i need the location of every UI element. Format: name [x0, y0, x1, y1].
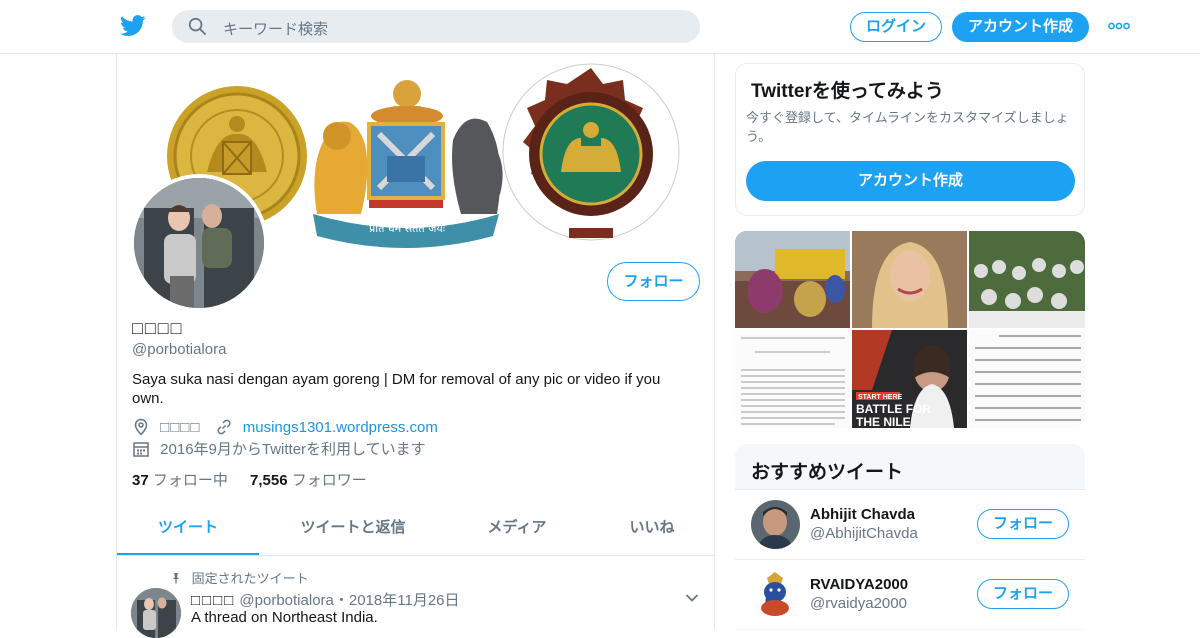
follow-button[interactable]: フォロー	[607, 262, 700, 301]
tweet-author-handle: @porbotialora	[239, 592, 334, 609]
followers-count: 7,556	[250, 472, 288, 489]
promo-description: 今すぐ登録して、タイムラインをカスタマイズしましょう。	[746, 110, 1069, 144]
profile-location: □□□□	[160, 418, 201, 436]
video-title-line-2: THE NILE	[856, 415, 911, 428]
login-button[interactable]: ログイン	[850, 12, 942, 42]
profile-column: प्रति धर्मे सततं जयः フォロー □□□□ @porbotia…	[116, 54, 715, 638]
suggested-user-name[interactable]: Abhijit Chavda	[810, 506, 915, 523]
tweet-avatar-illustration	[131, 588, 181, 638]
tweet-author-name[interactable]: □□□□	[191, 592, 235, 609]
suggested-user-avatar-image	[751, 570, 800, 619]
media-thumb-5[interactable]: START HERE BATTLE FOR THE NILE	[852, 330, 967, 428]
media-thumb-4[interactable]	[735, 330, 850, 428]
tweet-text: A thread on Northeast India.	[191, 609, 378, 626]
promo-signup-button[interactable]: アカウント作成	[746, 161, 1075, 201]
pinned-tweet[interactable]: 固定されたツイート □□□□ @porbotialora・2018年11月26日…	[117, 556, 714, 638]
search-input[interactable]: キーワード検索	[223, 18, 328, 39]
video-tag-text: START HERE	[858, 394, 903, 401]
avatar-illustration	[134, 178, 264, 308]
signup-button[interactable]: アカウント作成	[952, 12, 1089, 42]
suggested-user-avatar[interactable]	[751, 570, 800, 619]
tab-tweets-and-replies[interactable]: ツイートと返信	[272, 504, 434, 555]
following-count: 37	[132, 472, 149, 489]
media-thumb-6-image	[969, 330, 1085, 428]
media-thumb-5-image: START HERE BATTLE FOR THE NILE	[852, 330, 967, 428]
profile-handle: @porbotialora	[132, 341, 227, 358]
tweet-author-avatar[interactable]	[131, 588, 181, 638]
tweet-date[interactable]: ・2018年11月26日	[334, 592, 460, 609]
media-thumb-2-image	[852, 231, 967, 328]
twitter-bird-icon[interactable]	[120, 14, 146, 38]
suggested-user-follow-button[interactable]: フォロー	[977, 509, 1069, 539]
green-seal-emblem	[502, 63, 680, 241]
search-icon	[188, 17, 206, 35]
pin-icon	[173, 572, 179, 583]
following-label: フォロー中	[152, 472, 228, 489]
search-box[interactable]: キーワード検索	[172, 10, 700, 43]
suggested-user-handle: @AbhijitChavda	[810, 525, 918, 542]
media-thumb-2[interactable]	[852, 231, 967, 328]
profile-name: □□□□	[132, 318, 184, 338]
top-navigation-bar: キーワード検索 ログイン アカウント作成	[0, 0, 1200, 54]
location-icon	[134, 418, 148, 436]
tab-tweets[interactable]: ツイート	[117, 504, 259, 555]
tab-media[interactable]: メディア	[457, 504, 577, 555]
pinned-indicator: 固定されたツイート	[170, 568, 309, 587]
media-thumb-1[interactable]	[735, 231, 850, 328]
media-thumb-6[interactable]	[969, 330, 1085, 428]
tab-likes[interactable]: いいね	[597, 504, 707, 555]
tweet-header: □□□□ @porbotialora・2018年11月26日	[191, 589, 460, 610]
media-thumb-1-image	[735, 231, 850, 328]
signup-promo-card: Twitterを使ってみよう 今すぐ登録して、タイムラインをカスタマイズしましょ…	[735, 63, 1085, 216]
profile-website-link[interactable]: musings1301.wordpress.com	[243, 419, 438, 436]
promo-title: Twitterを使ってみよう	[751, 81, 944, 102]
media-thumb-3[interactable]	[969, 231, 1085, 328]
more-icon[interactable]	[1108, 22, 1130, 30]
profile-bio: Saya suka nasi dengan ayam goreng | DM f…	[132, 371, 661, 407]
photo-video-grid: START HERE BATTLE FOR THE NILE	[735, 231, 1085, 428]
suggested-user-handle: @rvaidya2000	[810, 595, 907, 612]
calendar-icon	[133, 441, 149, 457]
media-thumb-3-image	[969, 231, 1085, 328]
profile-avatar[interactable]	[130, 174, 268, 312]
profile-stats: 37 フォロー中 7,556 フォロワー	[132, 469, 367, 490]
followers-stat[interactable]: 7,556 フォロワー	[250, 472, 367, 489]
profile-meta-location-website: □□□□ musings1301.wordpress.com	[132, 418, 438, 438]
suggested-user-row[interactable]: Abhijit Chavda @AbhijitChavda フォロー	[735, 489, 1085, 559]
suggested-user-row[interactable]: RVAIDYA2000 @rvaidya2000 フォロー	[735, 559, 1085, 629]
media-thumb-4-image	[735, 330, 850, 428]
suggested-user-follow-button[interactable]: フォロー	[977, 579, 1069, 609]
profile-tabs: ツイート ツイートと返信 メディア いいね	[117, 504, 714, 556]
banner-motto: प्रति धर्मे सततं जयः	[369, 222, 446, 235]
pinned-label: 固定されたツイート	[191, 571, 309, 586]
suggested-user-avatar-image	[751, 500, 800, 549]
link-icon	[217, 419, 231, 435]
profile-meta-joined: 2016年9月からTwitterを利用しています	[132, 438, 426, 459]
profile-joined-date: 2016年9月からTwitterを利用しています	[160, 441, 426, 458]
who-to-follow-title: おすすめツイート	[751, 462, 904, 483]
suggested-user-name[interactable]: RVAIDYA2000	[810, 576, 908, 593]
video-title-line-1: BATTLE FOR	[856, 402, 931, 416]
following-stat[interactable]: 37 フォロー中	[132, 472, 228, 489]
who-to-follow-panel: おすすめツイート Abhijit Chavda @AbhijitChavda フ…	[735, 444, 1085, 630]
suggested-user-avatar[interactable]	[751, 500, 800, 549]
chevron-down-icon[interactable]	[685, 593, 699, 603]
followers-label: フォロワー	[291, 472, 367, 489]
